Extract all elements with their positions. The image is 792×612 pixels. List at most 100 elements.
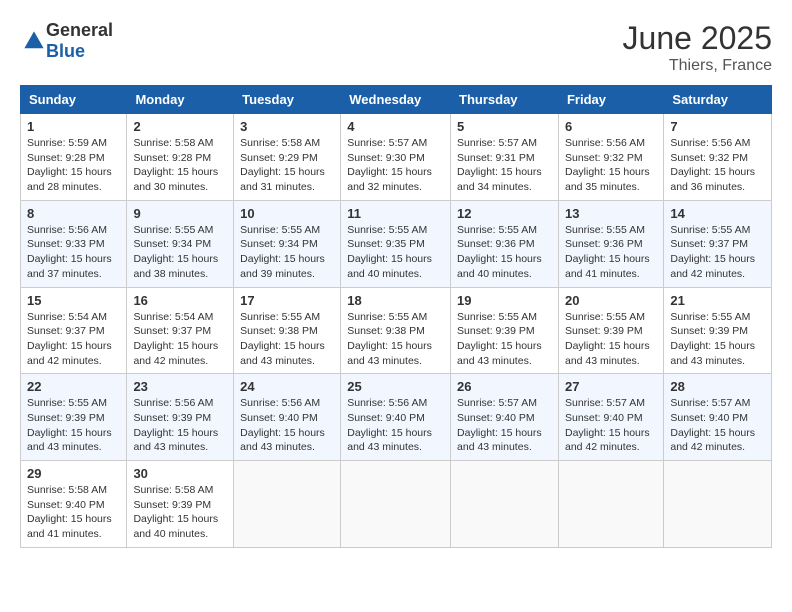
col-saturday: Saturday bbox=[664, 86, 772, 114]
day-number: 15 bbox=[27, 293, 120, 308]
month-year: June 2025 bbox=[623, 20, 772, 57]
day-number: 4 bbox=[347, 119, 444, 134]
table-row bbox=[341, 461, 451, 548]
day-info: Sunrise: 5:56 AM Sunset: 9:32 PM Dayligh… bbox=[565, 136, 657, 195]
day-info: Sunrise: 5:56 AM Sunset: 9:40 PM Dayligh… bbox=[240, 396, 334, 455]
table-row: 19 Sunrise: 5:55 AM Sunset: 9:39 PM Dayl… bbox=[451, 287, 559, 374]
day-info: Sunrise: 5:56 AM Sunset: 9:32 PM Dayligh… bbox=[670, 136, 765, 195]
logo-icon bbox=[22, 29, 46, 53]
day-number: 13 bbox=[565, 206, 657, 221]
day-info: Sunrise: 5:55 AM Sunset: 9:39 PM Dayligh… bbox=[27, 396, 120, 455]
table-row: 28 Sunrise: 5:57 AM Sunset: 9:40 PM Dayl… bbox=[664, 374, 772, 461]
day-number: 14 bbox=[670, 206, 765, 221]
day-number: 30 bbox=[133, 466, 227, 481]
col-friday: Friday bbox=[558, 86, 663, 114]
day-info: Sunrise: 5:55 AM Sunset: 9:36 PM Dayligh… bbox=[565, 223, 657, 282]
table-row: 21 Sunrise: 5:55 AM Sunset: 9:39 PM Dayl… bbox=[664, 287, 772, 374]
col-tuesday: Tuesday bbox=[234, 86, 341, 114]
day-number: 29 bbox=[27, 466, 120, 481]
day-info: Sunrise: 5:56 AM Sunset: 9:39 PM Dayligh… bbox=[133, 396, 227, 455]
col-sunday: Sunday bbox=[21, 86, 127, 114]
day-number: 19 bbox=[457, 293, 552, 308]
table-row: 2 Sunrise: 5:58 AM Sunset: 9:28 PM Dayli… bbox=[127, 114, 234, 201]
table-row: 11 Sunrise: 5:55 AM Sunset: 9:35 PM Dayl… bbox=[341, 200, 451, 287]
day-number: 9 bbox=[133, 206, 227, 221]
day-number: 16 bbox=[133, 293, 227, 308]
day-number: 12 bbox=[457, 206, 552, 221]
table-row: 29 Sunrise: 5:58 AM Sunset: 9:40 PM Dayl… bbox=[21, 461, 127, 548]
day-info: Sunrise: 5:57 AM Sunset: 9:40 PM Dayligh… bbox=[565, 396, 657, 455]
day-info: Sunrise: 5:58 AM Sunset: 9:40 PM Dayligh… bbox=[27, 483, 120, 542]
day-number: 10 bbox=[240, 206, 334, 221]
day-info: Sunrise: 5:58 AM Sunset: 9:28 PM Dayligh… bbox=[133, 136, 227, 195]
col-thursday: Thursday bbox=[451, 86, 559, 114]
table-row: 24 Sunrise: 5:56 AM Sunset: 9:40 PM Dayl… bbox=[234, 374, 341, 461]
table-row: 5 Sunrise: 5:57 AM Sunset: 9:31 PM Dayli… bbox=[451, 114, 559, 201]
calendar-table: Sunday Monday Tuesday Wednesday Thursday… bbox=[20, 85, 772, 548]
day-number: 1 bbox=[27, 119, 120, 134]
table-row: 17 Sunrise: 5:55 AM Sunset: 9:38 PM Dayl… bbox=[234, 287, 341, 374]
day-number: 18 bbox=[347, 293, 444, 308]
page-header: General Blue June 2025 Thiers, France bbox=[20, 20, 772, 75]
table-row bbox=[558, 461, 663, 548]
col-wednesday: Wednesday bbox=[341, 86, 451, 114]
day-info: Sunrise: 5:55 AM Sunset: 9:38 PM Dayligh… bbox=[240, 310, 334, 369]
day-info: Sunrise: 5:55 AM Sunset: 9:34 PM Dayligh… bbox=[133, 223, 227, 282]
table-row: 25 Sunrise: 5:56 AM Sunset: 9:40 PM Dayl… bbox=[341, 374, 451, 461]
table-row: 7 Sunrise: 5:56 AM Sunset: 9:32 PM Dayli… bbox=[664, 114, 772, 201]
table-row: 27 Sunrise: 5:57 AM Sunset: 9:40 PM Dayl… bbox=[558, 374, 663, 461]
day-info: Sunrise: 5:56 AM Sunset: 9:40 PM Dayligh… bbox=[347, 396, 444, 455]
day-info: Sunrise: 5:55 AM Sunset: 9:37 PM Dayligh… bbox=[670, 223, 765, 282]
day-info: Sunrise: 5:57 AM Sunset: 9:40 PM Dayligh… bbox=[457, 396, 552, 455]
table-row: 9 Sunrise: 5:55 AM Sunset: 9:34 PM Dayli… bbox=[127, 200, 234, 287]
day-number: 8 bbox=[27, 206, 120, 221]
table-row: 26 Sunrise: 5:57 AM Sunset: 9:40 PM Dayl… bbox=[451, 374, 559, 461]
day-info: Sunrise: 5:55 AM Sunset: 9:39 PM Dayligh… bbox=[670, 310, 765, 369]
day-number: 7 bbox=[670, 119, 765, 134]
day-info: Sunrise: 5:55 AM Sunset: 9:38 PM Dayligh… bbox=[347, 310, 444, 369]
day-number: 11 bbox=[347, 206, 444, 221]
table-row: 8 Sunrise: 5:56 AM Sunset: 9:33 PM Dayli… bbox=[21, 200, 127, 287]
day-number: 6 bbox=[565, 119, 657, 134]
col-monday: Monday bbox=[127, 86, 234, 114]
day-info: Sunrise: 5:55 AM Sunset: 9:35 PM Dayligh… bbox=[347, 223, 444, 282]
table-row bbox=[234, 461, 341, 548]
day-info: Sunrise: 5:56 AM Sunset: 9:33 PM Dayligh… bbox=[27, 223, 120, 282]
day-info: Sunrise: 5:55 AM Sunset: 9:36 PM Dayligh… bbox=[457, 223, 552, 282]
day-info: Sunrise: 5:58 AM Sunset: 9:39 PM Dayligh… bbox=[133, 483, 227, 542]
table-row: 3 Sunrise: 5:58 AM Sunset: 9:29 PM Dayli… bbox=[234, 114, 341, 201]
table-row: 13 Sunrise: 5:55 AM Sunset: 9:36 PM Dayl… bbox=[558, 200, 663, 287]
day-number: 3 bbox=[240, 119, 334, 134]
day-number: 2 bbox=[133, 119, 227, 134]
table-row: 15 Sunrise: 5:54 AM Sunset: 9:37 PM Dayl… bbox=[21, 287, 127, 374]
day-info: Sunrise: 5:57 AM Sunset: 9:40 PM Dayligh… bbox=[670, 396, 765, 455]
day-number: 27 bbox=[565, 379, 657, 394]
day-number: 28 bbox=[670, 379, 765, 394]
day-number: 26 bbox=[457, 379, 552, 394]
day-info: Sunrise: 5:55 AM Sunset: 9:39 PM Dayligh… bbox=[457, 310, 552, 369]
day-number: 23 bbox=[133, 379, 227, 394]
day-number: 20 bbox=[565, 293, 657, 308]
day-number: 21 bbox=[670, 293, 765, 308]
logo-general: General bbox=[46, 20, 113, 40]
day-info: Sunrise: 5:57 AM Sunset: 9:30 PM Dayligh… bbox=[347, 136, 444, 195]
day-number: 25 bbox=[347, 379, 444, 394]
table-row bbox=[664, 461, 772, 548]
day-info: Sunrise: 5:55 AM Sunset: 9:34 PM Dayligh… bbox=[240, 223, 334, 282]
title-block: June 2025 Thiers, France bbox=[623, 20, 772, 75]
day-number: 17 bbox=[240, 293, 334, 308]
table-row: 18 Sunrise: 5:55 AM Sunset: 9:38 PM Dayl… bbox=[341, 287, 451, 374]
logo-blue: Blue bbox=[46, 41, 85, 61]
day-info: Sunrise: 5:58 AM Sunset: 9:29 PM Dayligh… bbox=[240, 136, 334, 195]
day-info: Sunrise: 5:57 AM Sunset: 9:31 PM Dayligh… bbox=[457, 136, 552, 195]
table-row bbox=[451, 461, 559, 548]
day-number: 22 bbox=[27, 379, 120, 394]
day-number: 5 bbox=[457, 119, 552, 134]
table-row: 12 Sunrise: 5:55 AM Sunset: 9:36 PM Dayl… bbox=[451, 200, 559, 287]
table-row: 30 Sunrise: 5:58 AM Sunset: 9:39 PM Dayl… bbox=[127, 461, 234, 548]
day-info: Sunrise: 5:54 AM Sunset: 9:37 PM Dayligh… bbox=[27, 310, 120, 369]
table-row: 4 Sunrise: 5:57 AM Sunset: 9:30 PM Dayli… bbox=[341, 114, 451, 201]
table-row: 16 Sunrise: 5:54 AM Sunset: 9:37 PM Dayl… bbox=[127, 287, 234, 374]
table-row: 10 Sunrise: 5:55 AM Sunset: 9:34 PM Dayl… bbox=[234, 200, 341, 287]
table-row: 6 Sunrise: 5:56 AM Sunset: 9:32 PM Dayli… bbox=[558, 114, 663, 201]
